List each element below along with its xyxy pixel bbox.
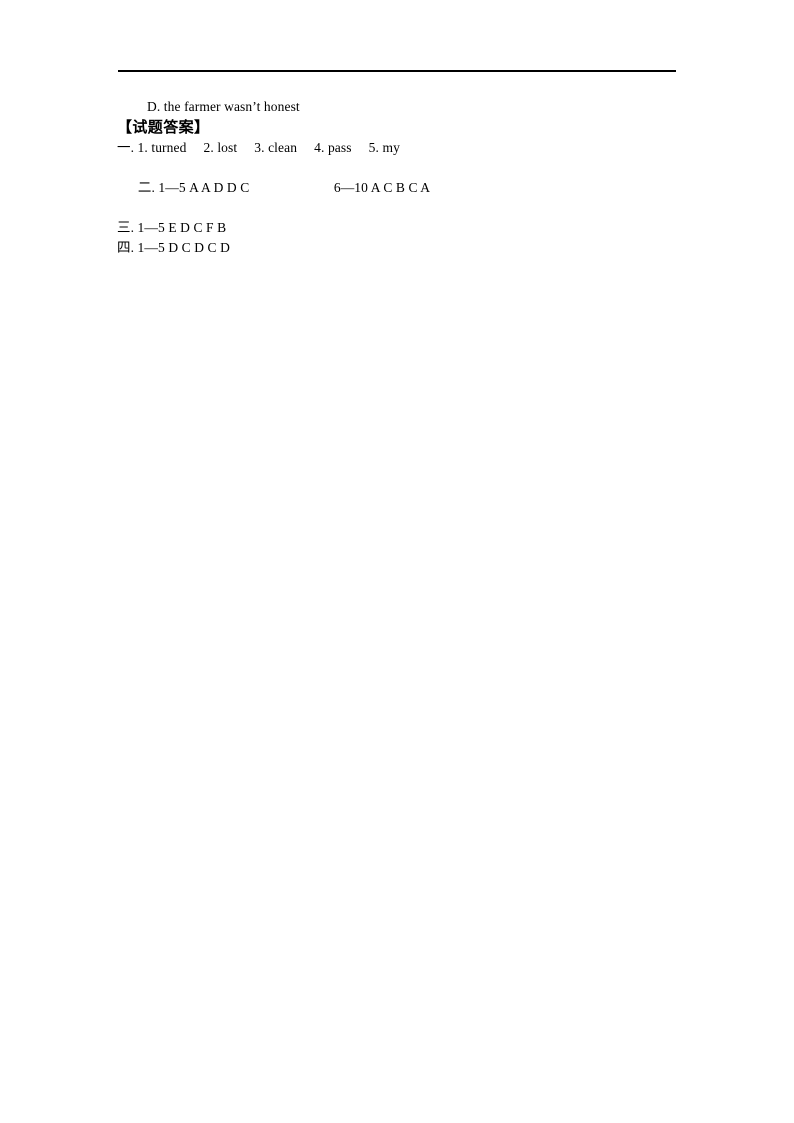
answer-row-1: 一. 1. turned 2. lost 3. clean 4. pass 5.… — [117, 140, 400, 155]
answer-row-2-right: 6—10 A C B C A — [333, 180, 431, 195]
answer-row-2-left: 二. 1—5 A A D D C — [137, 180, 250, 195]
document-page: D. the farmer wasn’t honest 【试题答案】 一. 1.… — [0, 0, 794, 1123]
answer-row-3: 三. 1—5 E D C F B — [117, 220, 227, 235]
header-horizontal-rule — [118, 70, 676, 72]
answer-key-content: D. the farmer wasn’t honest 【试题答案】 一. 1.… — [117, 98, 717, 258]
multiple-choice-option-d: D. the farmer wasn’t honest — [147, 99, 300, 114]
answer-row-4: 四. 1—5 D C D C D — [117, 240, 230, 255]
answer-key-heading: 【试题答案】 — [117, 118, 210, 136]
answer-row-2: 二. 1—5 A A D D C 6—10 A C B C A — [117, 158, 717, 218]
